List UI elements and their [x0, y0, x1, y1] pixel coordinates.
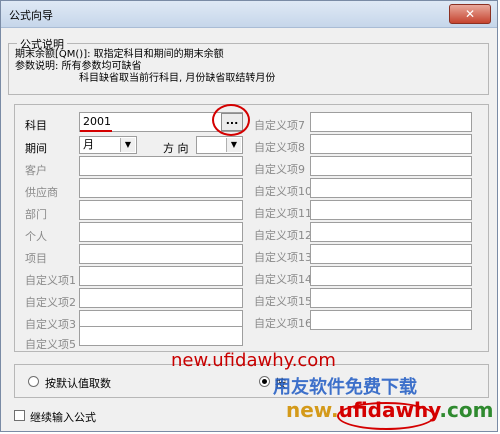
- custom-item-15-input[interactable]: [310, 288, 472, 308]
- custom-item-1-input[interactable]: [79, 266, 243, 286]
- department-input[interactable]: [79, 200, 243, 220]
- annotation-circle: [212, 104, 250, 136]
- period-label: 期间: [25, 142, 47, 155]
- custom-item-12-label: 自定义项12: [254, 229, 312, 242]
- subject-label: 科目: [25, 119, 47, 132]
- custom-item-12-input[interactable]: [310, 222, 472, 242]
- custom-item-14-input[interactable]: [310, 266, 472, 286]
- period-select-value: 月: [83, 138, 94, 151]
- default-value-radio[interactable]: [28, 376, 39, 387]
- custom-item-5-label: 自定义项5: [25, 338, 76, 351]
- chevron-down-icon: ▼: [120, 138, 135, 152]
- customer-input[interactable]: [79, 156, 243, 176]
- site-watermark-2-prefix: new.: [286, 398, 339, 422]
- supplier-label: 供应商: [25, 186, 58, 199]
- direction-label: 方 向: [163, 142, 189, 155]
- supplier-input[interactable]: [79, 178, 243, 198]
- chevron-down-icon: ▼: [226, 138, 241, 152]
- customer-label: 客户: [25, 164, 47, 177]
- custom-item-11-label: 自定义项11: [254, 207, 312, 220]
- custom-item-5-input[interactable]: [79, 326, 243, 346]
- continue-input-label: 继续输入公式: [30, 411, 96, 424]
- custom-item-11-input[interactable]: [310, 200, 472, 220]
- site-watermark-2-suffix: .com: [439, 398, 494, 422]
- department-label: 部门: [25, 208, 47, 221]
- site-watermark: new.ufidawhy.com: [171, 350, 336, 371]
- custom-item-7-label: 自定义项7: [254, 119, 305, 132]
- close-button[interactable]: ✕: [449, 4, 491, 24]
- custom-item-13-label: 自定义项13: [254, 251, 312, 264]
- window-title: 公式向导: [9, 9, 53, 22]
- custom-item-14-label: 自定义项14: [254, 273, 312, 286]
- annotation-circle-bottom: [337, 402, 435, 430]
- custom-item-10-label: 自定义项10: [254, 185, 312, 198]
- custom-item-8-input[interactable]: [310, 134, 472, 154]
- continue-input-checkbox[interactable]: [14, 410, 25, 421]
- description-line-1: 期末余额[QM()]: 取指定科目和期间的期末余额: [15, 49, 224, 60]
- custom-item-3-label: 自定义项3: [25, 318, 76, 331]
- project-input[interactable]: [79, 244, 243, 264]
- default-value-label: 按默认值取数: [45, 377, 111, 390]
- custom-item-2-label: 自定义项2: [25, 296, 76, 309]
- custom-item-2-input[interactable]: [79, 288, 243, 308]
- custom-item-13-input[interactable]: [310, 244, 472, 264]
- description-line-3: 科目缺省取当前行科目, 月份缺省取结转月份: [79, 73, 276, 84]
- custom-item-10-input[interactable]: [310, 178, 472, 198]
- project-label: 项目: [25, 252, 47, 265]
- custom-item-9-label: 自定义项9: [254, 163, 305, 176]
- custom-item-9-input[interactable]: [310, 156, 472, 176]
- slogan-watermark: 用友软件免费下载: [273, 377, 417, 398]
- formula-wizard-window: 公式向导 ✕ 公式说明 期末余额[QM()]: 取指定科目和期间的期末余额 参数…: [0, 0, 498, 432]
- custom-item-16-label: 自定义项16: [254, 317, 312, 330]
- title-bar: 公式向导 ✕: [1, 1, 497, 28]
- annotation-underline: [80, 130, 112, 132]
- description-line-2: 参数说明: 所有参数均可缺省: [15, 61, 142, 72]
- period-select[interactable]: 月 ▼: [79, 136, 137, 154]
- account-value-radio[interactable]: [259, 376, 270, 387]
- custom-item-1-label: 自定义项1: [25, 274, 76, 287]
- custom-item-7-input[interactable]: [310, 112, 472, 132]
- custom-item-16-input[interactable]: [310, 310, 472, 330]
- person-label: 个人: [25, 230, 47, 243]
- custom-item-8-label: 自定义项8: [254, 141, 305, 154]
- custom-item-15-label: 自定义项15: [254, 295, 312, 308]
- direction-select[interactable]: ▼: [196, 136, 243, 154]
- person-input[interactable]: [79, 222, 243, 242]
